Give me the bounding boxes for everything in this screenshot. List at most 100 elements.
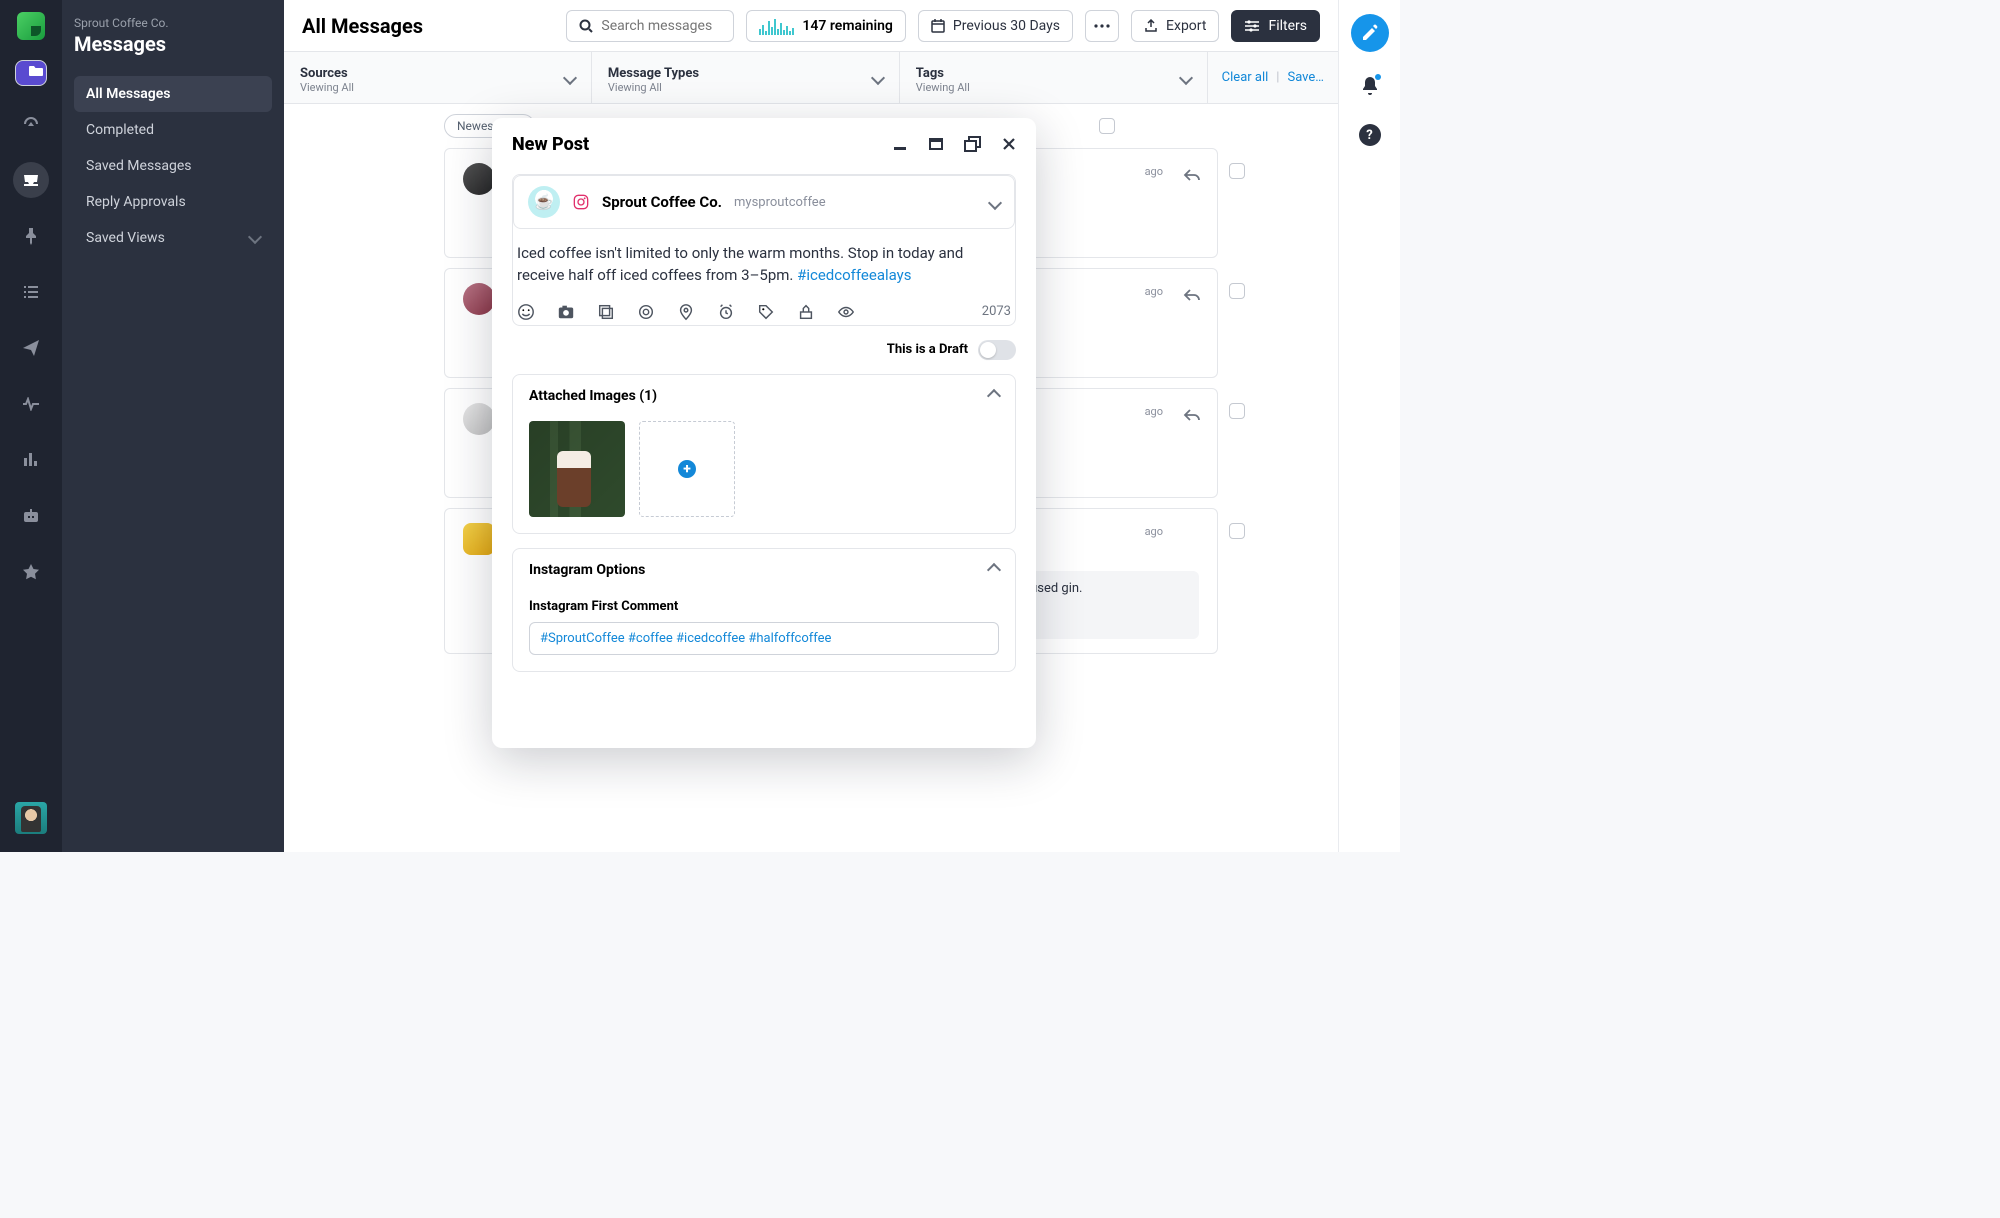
chevron-up-icon xyxy=(989,387,999,405)
date-range-button[interactable]: Previous 30 Days xyxy=(918,10,1073,42)
tag-icon[interactable] xyxy=(757,303,775,321)
sidebar-item-saved[interactable]: Saved Messages xyxy=(74,148,272,184)
first-comment-input[interactable] xyxy=(540,631,988,646)
time-ago: ago xyxy=(1145,285,1163,298)
search-icon xyxy=(579,19,593,33)
nav-star-icon[interactable] xyxy=(13,554,49,590)
compose-toolbar: 2073 xyxy=(513,293,1015,325)
filter-bar: SourcesViewing All Message TypesViewing … xyxy=(284,52,1338,104)
close-icon[interactable] xyxy=(1002,136,1016,152)
attached-image-thumb[interactable] xyxy=(529,421,625,517)
nav-pulse-icon[interactable] xyxy=(13,386,49,422)
sidebar-item-reply-approvals[interactable]: Reply Approvals xyxy=(74,184,272,220)
nav-chart-icon[interactable] xyxy=(13,442,49,478)
sidebar-item-all-messages[interactable]: All Messages xyxy=(74,76,272,112)
nav-folder-icon[interactable] xyxy=(15,60,47,86)
add-image-button[interactable]: + xyxy=(639,421,735,517)
post-textarea[interactable]: Iced coffee isn't limited to only the wa… xyxy=(513,229,1015,293)
select-all-checkbox[interactable] xyxy=(1099,118,1115,134)
compose-modal: New Post ☕ Sprout Coffee Co. mysproutcof… xyxy=(492,118,1036,748)
more-button[interactable] xyxy=(1085,10,1119,42)
draft-toggle[interactable] xyxy=(978,340,1016,360)
chevron-down-icon xyxy=(1181,68,1191,87)
nav-bot-icon[interactable] xyxy=(13,498,49,534)
first-comment-input-wrap[interactable] xyxy=(529,622,999,655)
nav-list-icon[interactable] xyxy=(13,274,49,310)
topbar: All Messages 147 remaining Previous 30 D… xyxy=(284,0,1338,52)
avatar xyxy=(463,283,495,315)
row-checkbox[interactable] xyxy=(1229,523,1245,539)
instagram-options-header[interactable]: Instagram Options xyxy=(513,549,1015,591)
row-checkbox[interactable] xyxy=(1229,283,1245,299)
avatar xyxy=(463,163,495,195)
sidebar-item-completed[interactable]: Completed xyxy=(74,112,272,148)
nav-inbox-icon[interactable] xyxy=(13,162,49,198)
chevron-down-icon xyxy=(990,193,1000,212)
compose-header: New Post xyxy=(492,118,1036,170)
chevron-down-icon xyxy=(565,68,575,87)
reply-icon[interactable] xyxy=(1183,287,1201,306)
calendar-icon xyxy=(931,19,945,33)
filter-actions: Clear all | Save… xyxy=(1208,52,1338,103)
time-ago: ago xyxy=(1145,525,1163,538)
reply-icon[interactable] xyxy=(1183,407,1201,426)
notifications-icon[interactable] xyxy=(1361,76,1379,100)
clear-all-link[interactable]: Clear all xyxy=(1222,70,1269,85)
emoji-icon[interactable] xyxy=(517,303,535,321)
sprout-logo xyxy=(17,12,45,40)
alarm-icon[interactable] xyxy=(717,303,735,321)
avatar xyxy=(463,403,495,435)
filter-message-types[interactable]: Message TypesViewing All xyxy=(592,52,900,103)
page-title: All Messages xyxy=(302,14,423,38)
nav-send-icon[interactable] xyxy=(13,330,49,366)
search-input-wrap[interactable] xyxy=(566,10,734,42)
nav-rail xyxy=(0,0,62,852)
window-icon[interactable] xyxy=(928,136,944,152)
plus-icon: + xyxy=(678,460,696,478)
usage-text: 147 remaining xyxy=(802,18,892,34)
draft-label: This is a Draft xyxy=(887,342,968,357)
usage-indicator: 147 remaining xyxy=(746,10,905,42)
chevron-down-icon xyxy=(250,230,260,246)
instagram-icon xyxy=(572,193,590,211)
search-input[interactable] xyxy=(601,18,721,34)
sliders-icon xyxy=(1244,20,1260,32)
nav-gauge-icon[interactable] xyxy=(13,106,49,142)
save-filter-link[interactable]: Save… xyxy=(1287,70,1324,85)
right-rail: ? xyxy=(1338,0,1400,852)
restore-icon[interactable] xyxy=(964,136,982,152)
location-icon[interactable] xyxy=(677,303,695,321)
company-name: Sprout Coffee Co. xyxy=(74,16,272,30)
usage-bars-icon xyxy=(759,17,794,35)
profile-name: Sprout Coffee Co. xyxy=(602,193,722,211)
avatar xyxy=(463,523,495,555)
profile-selector[interactable]: ☕ Sprout Coffee Co. mysproutcoffee xyxy=(513,175,1015,229)
filters-button[interactable]: Filters xyxy=(1231,10,1320,42)
more-icon xyxy=(1094,24,1110,28)
export-button[interactable]: Export xyxy=(1131,10,1219,42)
time-ago: ago xyxy=(1145,165,1163,178)
minimize-icon[interactable] xyxy=(892,136,908,152)
user-avatar[interactable] xyxy=(15,802,47,834)
eye-icon[interactable] xyxy=(837,303,855,321)
gallery-icon[interactable] xyxy=(597,303,615,321)
sidebar: Sprout Coffee Co. Messages All Messages … xyxy=(62,0,284,852)
char-count: 2073 xyxy=(982,304,1011,319)
sidebar-item-saved-views[interactable]: Saved Views xyxy=(74,220,272,256)
row-checkbox[interactable] xyxy=(1229,163,1245,179)
help-icon[interactable]: ? xyxy=(1359,124,1381,146)
compose-fab[interactable] xyxy=(1351,14,1389,52)
compose-icon xyxy=(1361,24,1379,42)
row-checkbox[interactable] xyxy=(1229,403,1245,419)
approval-icon[interactable] xyxy=(797,303,815,321)
nav-pin-icon[interactable] xyxy=(13,218,49,254)
profile-handle: mysproutcoffee xyxy=(734,195,826,210)
filter-tags[interactable]: TagsViewing All xyxy=(900,52,1208,103)
filter-sources[interactable]: SourcesViewing All xyxy=(284,52,592,103)
chevron-up-icon xyxy=(989,561,999,579)
reply-icon[interactable] xyxy=(1183,167,1201,186)
profile-pic: ☕ xyxy=(528,186,560,218)
camera-icon[interactable] xyxy=(557,303,575,321)
target-icon[interactable] xyxy=(637,303,655,321)
attached-images-header[interactable]: Attached Images (1) xyxy=(513,375,1015,417)
